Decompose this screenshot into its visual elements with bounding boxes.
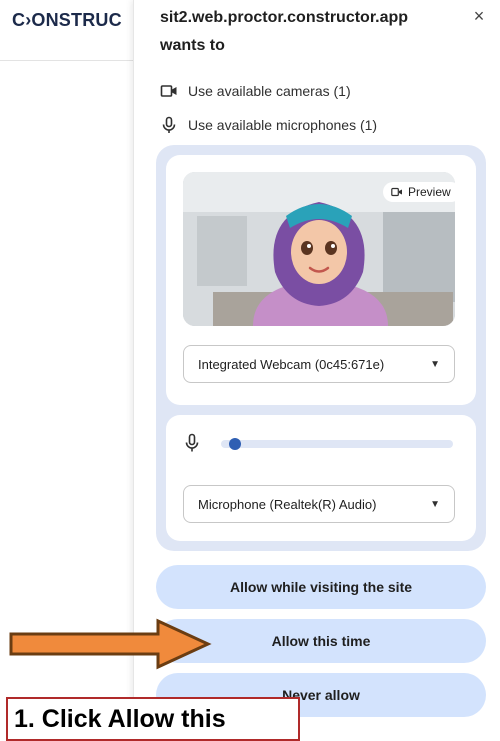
microphone-select[interactable]: Microphone (Realtek(R) Audio) ▼ bbox=[183, 485, 455, 523]
camera-preview: Preview bbox=[183, 172, 455, 326]
close-icon[interactable]: × bbox=[467, 4, 491, 28]
chevron-down-icon: ▼ bbox=[430, 359, 440, 370]
microphone-card: Microphone (Realtek(R) Audio) ▼ bbox=[166, 415, 476, 541]
mic-level-indicator bbox=[228, 438, 241, 450]
microphone-icon bbox=[160, 116, 178, 134]
tutorial-arrow-icon bbox=[9, 618, 212, 670]
wants-to-label: wants to bbox=[160, 37, 225, 54]
camera-permission-label: Use available cameras (1) bbox=[188, 83, 351, 99]
mic-level-track bbox=[221, 440, 453, 448]
tutorial-callout: 1. Click Allow this bbox=[6, 697, 300, 741]
camera-card: Preview Integrated Webcam (0c45:671e) ▼ bbox=[166, 155, 476, 405]
microphone-select-value: Microphone (Realtek(R) Audio) bbox=[198, 497, 377, 512]
device-panel: Preview Integrated Webcam (0c45:671e) ▼ … bbox=[156, 145, 486, 551]
dialog-title: sit2.web.proctor.constructor.app wants t… bbox=[160, 4, 460, 60]
mic-level-meter bbox=[183, 433, 455, 455]
site-origin: sit2.web.proctor.constructor.app bbox=[160, 9, 409, 26]
allow-while-visiting-button[interactable]: Allow while visiting the site bbox=[156, 565, 486, 609]
chevron-down-icon: ▼ bbox=[430, 499, 440, 510]
microphone-level-icon bbox=[183, 433, 201, 458]
camera-icon bbox=[160, 82, 178, 100]
preview-camera-icon bbox=[391, 187, 402, 197]
preview-label: Preview bbox=[408, 185, 451, 199]
preview-badge: Preview bbox=[383, 182, 455, 202]
camera-select-value: Integrated Webcam (0c45:671e) bbox=[198, 357, 385, 372]
microphone-permission-label: Use available microphones (1) bbox=[188, 117, 378, 133]
camera-select[interactable]: Integrated Webcam (0c45:671e) ▼ bbox=[183, 345, 455, 383]
camera-permission-row: Use available cameras (1) bbox=[160, 80, 351, 102]
brand-logo: C›ONSTRUC bbox=[12, 10, 122, 30]
microphone-permission-row: Use available microphones (1) bbox=[160, 114, 377, 136]
